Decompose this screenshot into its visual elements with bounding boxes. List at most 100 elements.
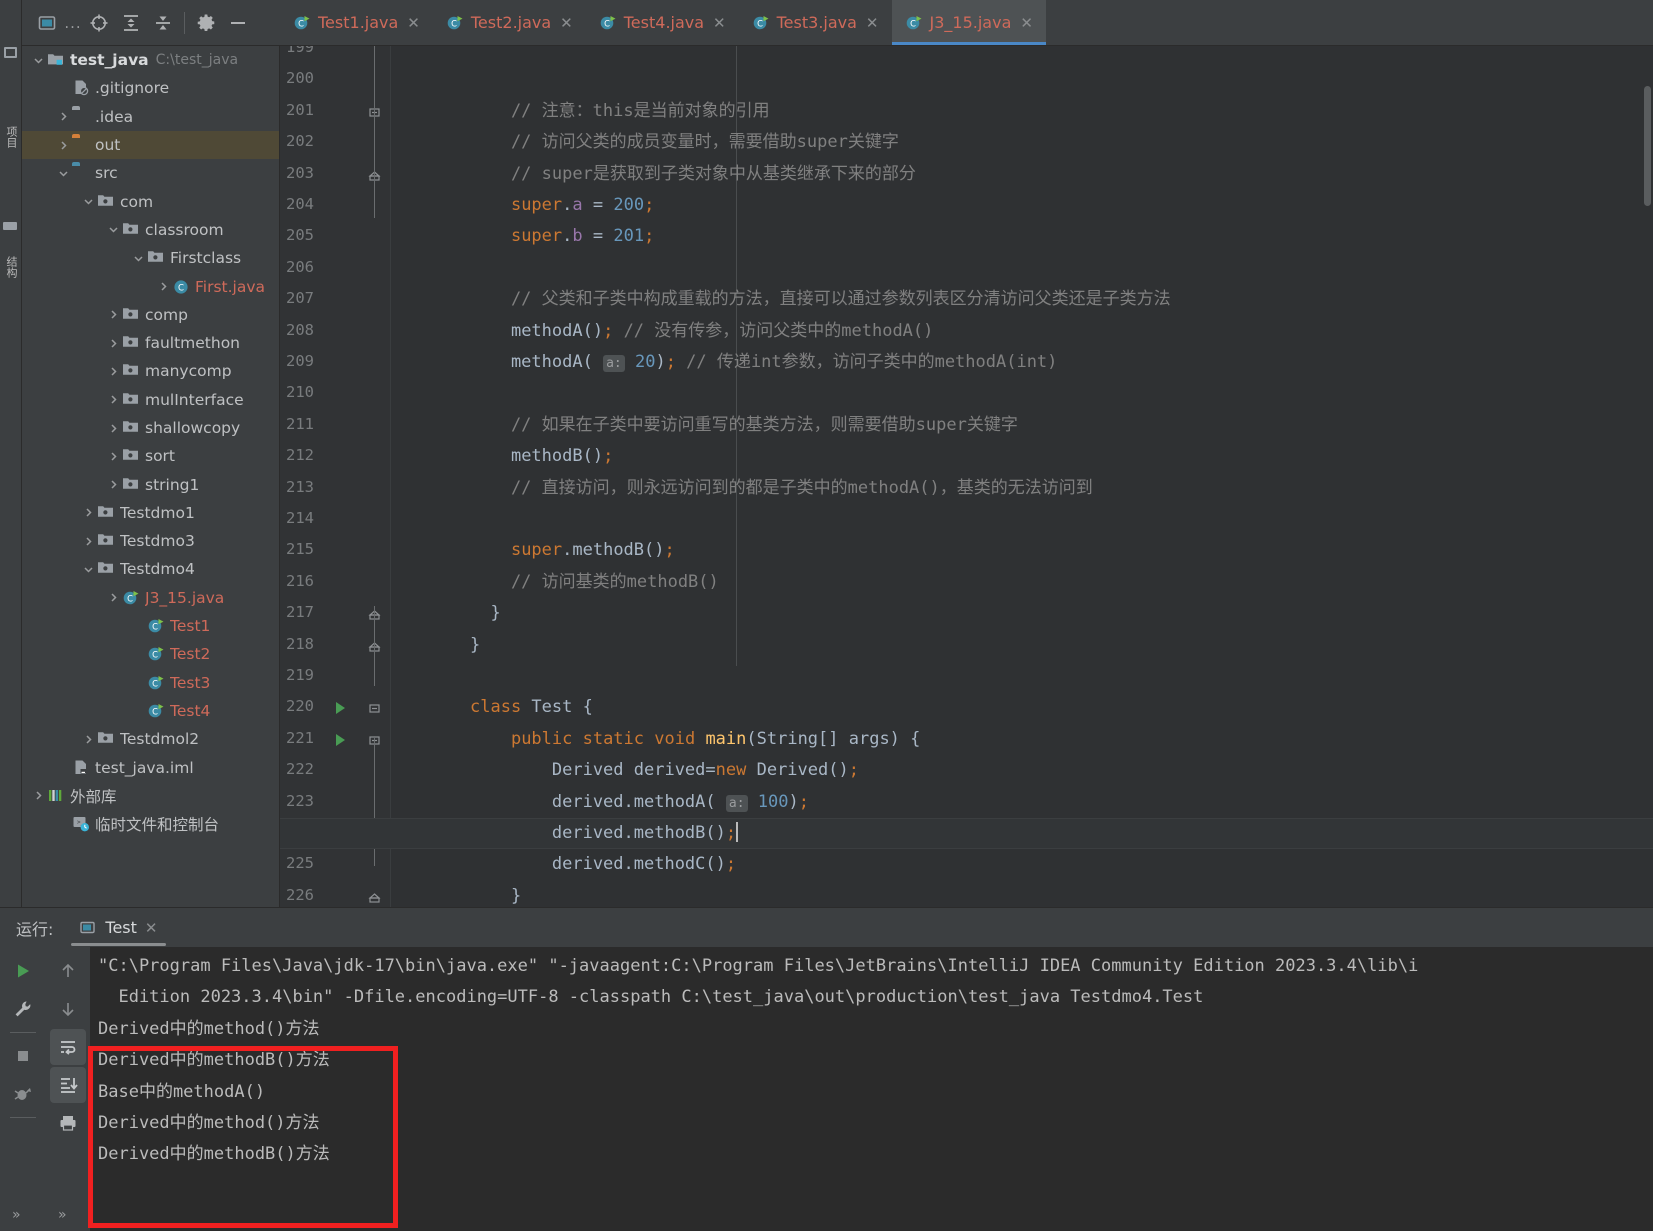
chevron-right-icon[interactable] bbox=[80, 507, 97, 518]
code-fold-icon[interactable] bbox=[368, 701, 381, 714]
code-line[interactable]: methodA( a: 20); // 传递int参数，访问子类中的method… bbox=[470, 347, 1057, 379]
chevron-right-icon[interactable] bbox=[155, 281, 172, 292]
chevron-right-icon[interactable] bbox=[105, 309, 122, 320]
up-stack-button[interactable] bbox=[50, 953, 86, 989]
tree-row-Testdmol2[interactable]: Testdmol2 bbox=[22, 725, 279, 753]
tree-row-Test2[interactable]: C Test2 bbox=[22, 640, 279, 668]
print-button[interactable] bbox=[50, 1105, 86, 1141]
tree-row-sort[interactable]: sort bbox=[22, 442, 279, 470]
tree-row-string1[interactable]: string1 bbox=[22, 470, 279, 498]
code-line[interactable]: // 直接访问，则永远访问到的都是子类中的methodA()，基类的无法访问到 bbox=[470, 473, 1093, 504]
tree-row-classroom[interactable]: classroom bbox=[22, 216, 279, 244]
settings-gear-icon[interactable] bbox=[191, 8, 221, 38]
sidebar-vtab-project[interactable]: 项目 bbox=[1, 120, 21, 154]
chevron-down-icon[interactable] bbox=[105, 224, 122, 235]
chevron-right-icon[interactable] bbox=[105, 338, 122, 349]
chevron-right-icon[interactable] bbox=[105, 451, 122, 462]
editor-tab-J3_15-java[interactable]: C J3_15.java ✕ bbox=[891, 0, 1047, 45]
tree-row-test_java.iml[interactable]: test_java.iml bbox=[22, 753, 279, 781]
console-actions-more-icon[interactable]: » bbox=[58, 1207, 67, 1223]
chevron-right-icon[interactable] bbox=[105, 592, 122, 603]
code-line[interactable]: public static void main(String[] args) { bbox=[470, 724, 920, 755]
run-primary-actions[interactable]: » bbox=[0, 947, 46, 1231]
editor-tab-close-icon[interactable]: ✕ bbox=[560, 14, 573, 32]
editor-tab-close-icon[interactable]: ✕ bbox=[866, 14, 879, 32]
project-widget-icon[interactable] bbox=[32, 8, 62, 38]
tree-row-Testdmo4[interactable]: Testdmo4 bbox=[22, 555, 279, 583]
locate-target-icon[interactable] bbox=[84, 8, 114, 38]
project-toolbar[interactable]: ... bbox=[22, 0, 280, 46]
code-line[interactable]: // 访问父类的成员变量时，需要借助super关键字 bbox=[470, 127, 899, 158]
code-line[interactable]: derived.methodB(); bbox=[470, 818, 739, 849]
code-line[interactable]: super.b = 201; bbox=[470, 221, 654, 252]
tree-row-J3_15.java[interactable]: C J3_15.java bbox=[22, 584, 279, 612]
down-stack-button[interactable] bbox=[50, 991, 86, 1027]
editor-tab-close-icon[interactable]: ✕ bbox=[713, 14, 726, 32]
chevron-right-icon[interactable] bbox=[105, 479, 122, 490]
editor-tab-Test1-java[interactable]: C Test1.java ✕ bbox=[280, 0, 433, 45]
tree-row-Test1[interactable]: C Test1 bbox=[22, 612, 279, 640]
code-line[interactable]: // 父类和子类中构成重载的方法，直接可以通过参数列表区分清访问父类还是子类方法 bbox=[470, 284, 1171, 315]
code-line[interactable]: Derived derived=new Derived(); bbox=[470, 755, 859, 786]
tree-row-外部库[interactable]: 外部库 bbox=[22, 782, 279, 810]
code-line[interactable]: // 访问基类的methodB() bbox=[470, 567, 719, 598]
tree-row-.gitignore[interactable]: .gitignore bbox=[22, 74, 279, 102]
code-line[interactable]: derived.methodA( a: 100); bbox=[470, 787, 809, 819]
tree-row-manycomp[interactable]: manycomp bbox=[22, 357, 279, 385]
project-tool-window-icon[interactable] bbox=[2, 44, 19, 65]
chevron-right-icon[interactable] bbox=[55, 140, 72, 151]
more-options-icon[interactable]: ... bbox=[64, 14, 82, 32]
tree-row-临时文件和控制台[interactable]: >_ 临时文件和控制台 bbox=[22, 810, 279, 838]
rerun-button[interactable] bbox=[5, 953, 41, 989]
debug-button[interactable] bbox=[5, 1076, 41, 1112]
tree-row-Testdmo3[interactable]: Testdmo3 bbox=[22, 527, 279, 555]
stop-button[interactable] bbox=[5, 1038, 41, 1074]
project-tree-panel[interactable]: test_java C:\test_java .gitignore .idea out s… bbox=[22, 46, 280, 907]
bookmarks-icon[interactable] bbox=[3, 222, 17, 230]
code-line[interactable]: } bbox=[470, 630, 480, 661]
tree-row-Test3[interactable]: C Test3 bbox=[22, 669, 279, 697]
code-line[interactable]: // 如果在子类中要访问重写的基类方法，则需要借助super关键字 bbox=[470, 410, 1018, 441]
chevron-right-icon[interactable] bbox=[105, 394, 122, 405]
chevron-down-icon[interactable] bbox=[55, 168, 72, 179]
console-output[interactable]: "C:\Program Files\Java\jdk-17\bin\java.e… bbox=[90, 947, 1653, 1231]
chevron-right-icon[interactable] bbox=[105, 366, 122, 377]
editor-tab-Test4-java[interactable]: C Test4.java ✕ bbox=[586, 0, 739, 45]
code-line[interactable]: // super是获取到子类对象中从基类继承下来的部分 bbox=[470, 159, 916, 190]
code-line[interactable]: methodB(); bbox=[470, 441, 613, 472]
tree-row-test_java[interactable]: test_java C:\test_java bbox=[22, 46, 279, 74]
editor-tab-bar[interactable]: C Test1.java ✕ C Test2.java ✕ C Test4.java ✕ C Tes… bbox=[280, 0, 1653, 46]
editor-tab-close-icon[interactable]: ✕ bbox=[407, 14, 420, 32]
code-fold-icon[interactable] bbox=[368, 890, 381, 903]
tree-row-Test4[interactable]: C Test4 bbox=[22, 697, 279, 725]
gutter-run-icon[interactable] bbox=[336, 733, 345, 746]
chevron-right-icon[interactable] bbox=[30, 790, 47, 801]
code-line[interactable]: // 注意：this是当前对象的引用 bbox=[470, 96, 770, 127]
edit-configuration-button[interactable] bbox=[5, 991, 41, 1027]
tree-row-Firstclass[interactable]: Firstclass bbox=[22, 244, 279, 272]
soft-wrap-button[interactable] bbox=[50, 1029, 86, 1065]
chevron-right-icon[interactable] bbox=[55, 111, 72, 122]
run-tab-test[interactable]: Test ✕ bbox=[71, 908, 166, 947]
scroll-to-end-button[interactable] bbox=[50, 1067, 86, 1103]
tree-row-faultmethon[interactable]: faultmethon bbox=[22, 329, 279, 357]
tree-row-Testdmo1[interactable]: Testdmo1 bbox=[22, 499, 279, 527]
editor-tab-Test3-java[interactable]: C Test3.java ✕ bbox=[739, 0, 892, 45]
tree-row-comp[interactable]: comp bbox=[22, 301, 279, 329]
tree-row-out[interactable]: out bbox=[22, 130, 279, 160]
chevron-down-icon[interactable] bbox=[80, 564, 97, 575]
editor-tab-Test2-java[interactable]: C Test2.java ✕ bbox=[433, 0, 586, 45]
run-actions-more-icon[interactable]: » bbox=[12, 1207, 21, 1223]
code-line[interactable]: class Test { bbox=[470, 692, 593, 723]
hide-panel-icon[interactable] bbox=[223, 8, 253, 38]
code-editor[interactable]: 199 200 201 202 203 204 205 206 207 208 209 210 211 2… bbox=[280, 46, 1653, 907]
code-line[interactable]: } bbox=[470, 598, 500, 629]
chevron-right-icon[interactable] bbox=[80, 536, 97, 547]
chevron-down-icon[interactable] bbox=[30, 55, 47, 66]
tree-row-.idea[interactable]: .idea bbox=[22, 103, 279, 131]
tree-row-com[interactable]: com bbox=[22, 187, 279, 215]
chevron-down-icon[interactable] bbox=[130, 253, 147, 264]
code-line[interactable]: super.a = 200; bbox=[470, 190, 654, 221]
editor-gutter[interactable]: 199 200 201 202 203 204 205 206 207 208 209 210 211 2… bbox=[280, 46, 390, 907]
tree-row-src[interactable]: src bbox=[22, 159, 279, 187]
